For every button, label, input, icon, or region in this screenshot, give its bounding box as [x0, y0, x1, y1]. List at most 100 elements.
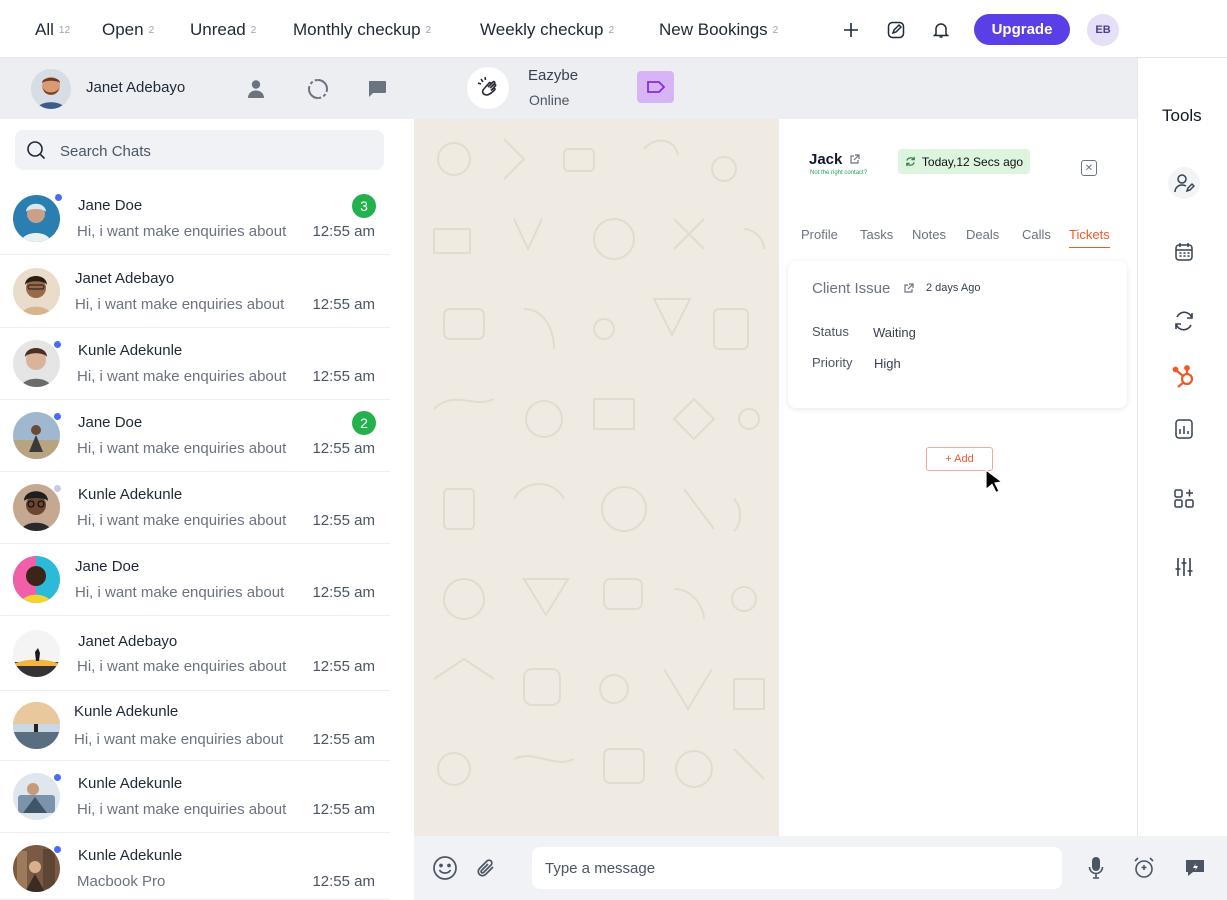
- chat-wallpaper: [433, 138, 765, 788]
- chat-time: 12:55 am: [312, 873, 375, 890]
- chat-time: 12:55 am: [312, 731, 375, 748]
- contact-avatar: [13, 195, 60, 242]
- sliders-icon[interactable]: [1168, 551, 1200, 583]
- attachment-icon[interactable]: [473, 855, 499, 881]
- eazybe-avatar[interactable]: [467, 67, 509, 109]
- external-link-icon[interactable]: [849, 154, 860, 165]
- chat-time: 12:55 am: [312, 512, 375, 529]
- search-box[interactable]: [15, 130, 384, 170]
- status-value: Waiting: [873, 325, 916, 340]
- chat-list-item[interactable]: Jane Doe Hi, i want make enquiries about…: [0, 183, 390, 255]
- chat-list-item[interactable]: Jane Doe Hi, i want make enquiries about…: [0, 400, 390, 472]
- online-dot: [53, 340, 62, 349]
- add-ticket-button[interactable]: + Add: [926, 447, 993, 471]
- online-dot: [54, 193, 63, 202]
- offline-dot: [53, 484, 62, 493]
- apps-icon[interactable]: [1168, 482, 1200, 514]
- contact-edit-icon[interactable]: [1168, 167, 1200, 199]
- tab-deals[interactable]: Deals: [966, 227, 999, 247]
- priority-value: High: [874, 356, 901, 371]
- chat-time: 12:55 am: [312, 368, 375, 385]
- chat-list-item[interactable]: Kunle Adekunle Macbook Pro 12:55 am: [0, 833, 390, 900]
- search-icon: [27, 141, 46, 160]
- upgrade-button[interactable]: Upgrade: [974, 14, 1070, 45]
- edit-icon[interactable]: [883, 17, 909, 43]
- plus-icon[interactable]: [838, 17, 864, 43]
- tab-notes[interactable]: Notes: [912, 227, 946, 247]
- active-chat-name: Eazybe: [528, 67, 579, 84]
- tab-tickets[interactable]: Tickets: [1069, 227, 1110, 248]
- chat-list-item[interactable]: Kunle Adekunle Hi, i want make enquiries…: [0, 472, 390, 544]
- message-input[interactable]: [532, 847, 1062, 889]
- online-dot: [53, 412, 62, 421]
- tab-calls[interactable]: Calls: [1022, 227, 1051, 247]
- chat-list-item[interactable]: Kunle Adekunle Hi, i want make enquiries…: [0, 691, 390, 761]
- filter-tab-count: 2: [772, 25, 779, 36]
- contact-name: Jack: [809, 151, 843, 168]
- filter-tab-new-bookings[interactable]: New Bookings 2: [659, 20, 778, 40]
- chat-preview: Hi, i want make enquiries about: [77, 512, 287, 529]
- contact-avatar: [13, 702, 60, 749]
- contact-panel: Jack Not the right contact? Today,12 Sec…: [779, 119, 1137, 836]
- filter-tab-weekly-checkup[interactable]: Weekly checkup 2: [480, 20, 614, 40]
- filter-tab-open[interactable]: Open 2: [102, 20, 154, 40]
- quick-reply-icon[interactable]: [1182, 855, 1208, 881]
- chat-name: Janet Adebayo: [78, 633, 178, 650]
- my-avatar[interactable]: [31, 69, 71, 109]
- hubspot-icon[interactable]: [1168, 361, 1200, 393]
- search-input[interactable]: [60, 140, 360, 162]
- status-icon[interactable]: [306, 77, 330, 101]
- sync-status-badge[interactable]: Today,12 Secs ago: [898, 149, 1030, 174]
- ticket-age: 2 days Ago: [926, 282, 981, 294]
- tools-sidebar: Tools: [1137, 58, 1227, 836]
- filter-tab-label: Weekly checkup: [480, 20, 604, 39]
- contact-avatar: [13, 268, 60, 315]
- chat-list-item[interactable]: Kunle Adekunle Hi, i want make enquiries…: [0, 761, 390, 833]
- tab-profile[interactable]: Profile: [801, 227, 838, 247]
- sync-icon[interactable]: [1168, 305, 1200, 337]
- filter-tab-unread[interactable]: Unread 2: [190, 20, 256, 40]
- contact-avatar: [13, 630, 60, 677]
- chat-name: Kunle Adekunle: [74, 703, 179, 720]
- chat-list-item[interactable]: Kunle Adekunle Hi, i want make enquiries…: [0, 328, 390, 400]
- chat-time: 12:55 am: [312, 440, 375, 457]
- ticket-title: Client Issue: [812, 280, 891, 297]
- schedule-message-icon[interactable]: [1131, 855, 1157, 881]
- not-right-contact-link[interactable]: Not the right contact?: [810, 170, 867, 176]
- chat-list-item[interactable]: Janet Adebayo Hi, i want make enquiries …: [0, 616, 390, 691]
- filter-tab-label: New Bookings: [659, 20, 768, 39]
- tab-tasks[interactable]: Tasks: [860, 227, 893, 247]
- label-tag-button[interactable]: [637, 71, 674, 103]
- filter-tab-count: 2: [608, 25, 615, 36]
- filter-tab-count: 12: [58, 25, 71, 36]
- online-dot: [53, 845, 62, 854]
- chat-name: Jane Doe: [75, 558, 140, 575]
- chat-list-item[interactable]: Jane Doe Hi, i want make enquiries about…: [0, 544, 390, 616]
- bell-icon[interactable]: [928, 17, 954, 43]
- analytics-icon[interactable]: [1168, 413, 1200, 445]
- chat-preview: Hi, i want make enquiries about: [74, 731, 284, 748]
- ticket-card[interactable]: Client Issue 2 days Ago Status Waiting P…: [788, 261, 1127, 408]
- user-avatar[interactable]: EB: [1087, 14, 1119, 46]
- chat-list-panel: Jane Doe Hi, i want make enquiries about…: [0, 119, 400, 900]
- close-panel-button[interactable]: ✕: [1081, 160, 1097, 176]
- microphone-icon[interactable]: [1083, 855, 1109, 881]
- plus-icon: +: [945, 453, 955, 465]
- header-bar: Janet Adebayo Eazybe Online: [0, 58, 1137, 119]
- filter-tab-count: 2: [148, 25, 155, 36]
- person-icon[interactable]: [244, 77, 268, 101]
- chat-name: Jane Doe: [78, 414, 143, 431]
- calendar-icon[interactable]: [1168, 236, 1200, 268]
- filter-bar: All 12 Open 2 Unread 2 Monthly checkup 2 Wee…: [0, 0, 1227, 58]
- message-icon[interactable]: [365, 77, 389, 101]
- emoji-icon[interactable]: [432, 855, 458, 881]
- tag-icon: [646, 81, 665, 93]
- chat-time: 12:55 am: [312, 658, 375, 675]
- filter-tab-monthly-checkup[interactable]: Monthly checkup 2: [293, 20, 431, 40]
- filter-tab-label: Open: [102, 20, 144, 39]
- chat-list-item[interactable]: Janet Adebayo Hi, i want make enquiries …: [0, 256, 390, 328]
- external-link-icon[interactable]: [903, 283, 914, 294]
- filter-tab-all[interactable]: All 12: [35, 20, 70, 40]
- chat-preview: Hi, i want make enquiries about: [77, 368, 287, 385]
- unread-badge: 2: [352, 411, 376, 435]
